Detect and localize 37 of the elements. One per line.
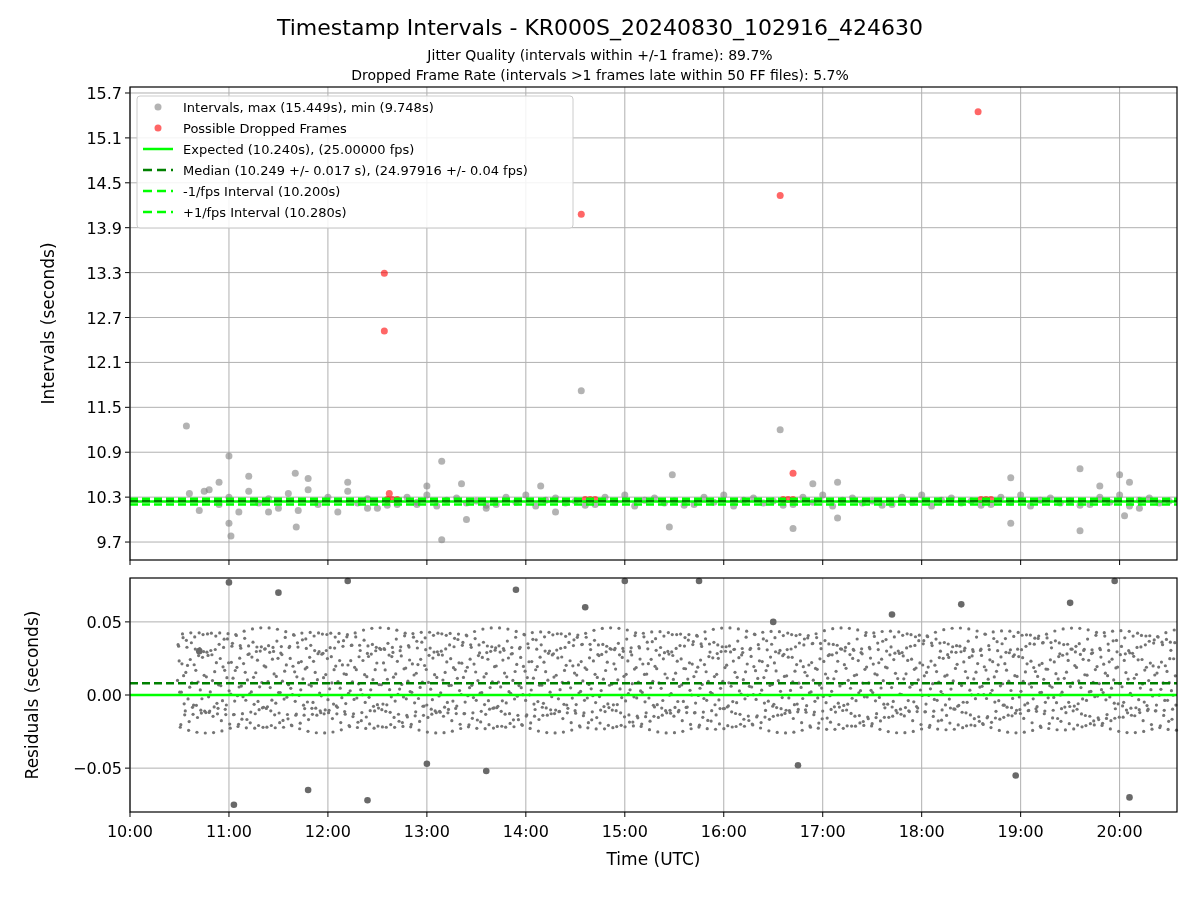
x-tick-label: 16:00 [700, 822, 747, 841]
y-axis-title: Residuals (seconds) [22, 610, 42, 780]
chart-subtitle: Jitter Quality (intervals within +/-1 frame): 89.7% [427, 46, 773, 65]
x-tick-label: 19:00 [997, 822, 1044, 841]
y-tick-label: 9.7 [96, 533, 122, 553]
x-tick-label: 12:00 [304, 822, 351, 841]
y-tick-label: 0.05 [86, 612, 122, 632]
x-tick-label: 20:00 [1096, 822, 1143, 841]
x-tick-label: 11:00 [205, 822, 252, 841]
chart-subtitle: Dropped Frame Rate (intervals >1 frames late within 50 FF files): 5.7% [351, 66, 849, 85]
x-tick-label: 13:00 [403, 822, 450, 841]
y-axis-title: Intervals (seconds) [38, 242, 58, 405]
legend-label: -1/fps Interval (10.200s) [183, 184, 341, 199]
y-tick-label: −0.05 [72, 759, 122, 779]
y-tick-label: 10.9 [86, 443, 122, 463]
y-tick-label: 11.5 [86, 398, 122, 418]
legend-label: Possible Dropped Frames [183, 121, 347, 136]
y-tick-label: 15.1 [86, 128, 122, 148]
y-tick-label: 15.7 [86, 85, 122, 103]
legend-label: Median (10.249 +/- 0.017 s), (24.97916 +/- 0.04 fps) [183, 163, 528, 178]
x-tick-label: 17:00 [799, 822, 846, 841]
legend-label: +1/fps Interval (10.280s) [183, 205, 347, 220]
chart-title: Timestamp Intervals - KR000S_20240830_102916_424630 [276, 15, 923, 41]
x-tick-label: 14:00 [502, 822, 549, 841]
x-axis-title: Time (UTC) [606, 849, 701, 869]
legend-label: Expected (10.240s), (25.00000 fps) [183, 142, 415, 157]
y-tick-label: 12.7 [86, 308, 122, 328]
y-tick-label: 13.9 [86, 218, 122, 238]
y-tick-label: 0.00 [86, 686, 122, 705]
y-tick-label: 10.3 [86, 488, 122, 508]
y-tick-label: 13.3 [86, 263, 122, 283]
y-tick-label: 14.5 [86, 173, 122, 193]
legend-label: Intervals, max (15.449s), min (9.748s) [183, 100, 434, 115]
y-tick-label: 12.1 [86, 353, 122, 373]
x-tick-label: 10:00 [106, 822, 154, 841]
x-tick-label: 15:00 [601, 822, 648, 841]
x-tick-label: 18:00 [898, 822, 945, 841]
